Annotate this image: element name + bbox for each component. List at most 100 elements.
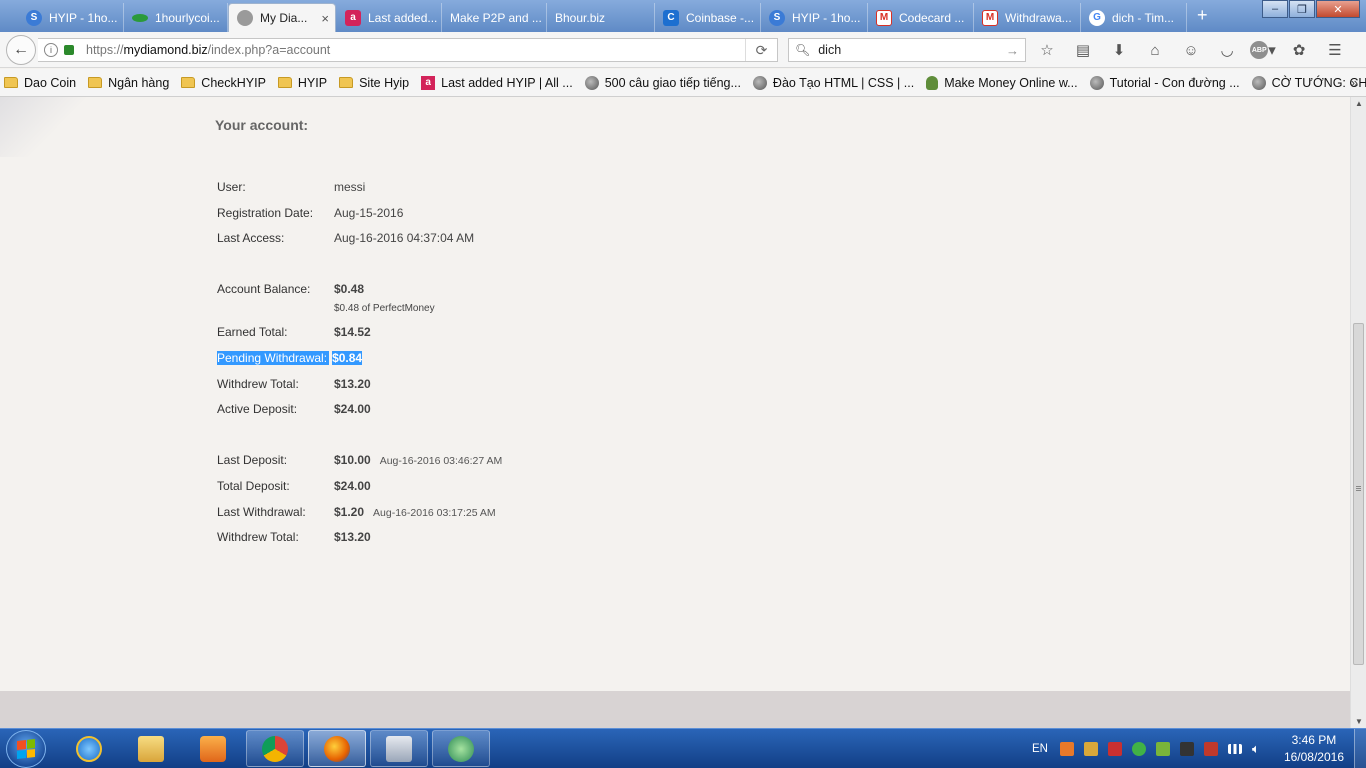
globe-icon: [752, 75, 767, 90]
home-icon[interactable]: ⌂: [1140, 38, 1170, 62]
registration-value: Aug-15-2016: [334, 206, 404, 220]
page-footer: [0, 691, 1350, 728]
bookmark-label: Đào Tạo HTML | CSS | ...: [772, 75, 915, 90]
bookmark-co-tuong[interactable]: CỜ TƯỚNG: CHUYÊN ...: [1251, 75, 1366, 90]
extension-icon[interactable]: ✿: [1284, 38, 1314, 62]
bookmark-hyip[interactable]: HYIP: [277, 75, 328, 90]
firefox-icon[interactable]: [308, 730, 366, 767]
earned-value: $14.52: [334, 325, 371, 339]
page-title: Your account:: [215, 117, 309, 133]
usb-icon[interactable]: [1203, 742, 1218, 756]
bookmark-make-money[interactable]: Make Money Online w...: [926, 75, 1078, 90]
active-deposit-row: Active Deposit: $24.00: [217, 402, 371, 416]
bookmark-dao-coin[interactable]: Dao Coin: [4, 76, 76, 90]
earned-label: Earned Total:: [217, 325, 288, 339]
bookmark-label: Last added HYIP | All ...: [441, 75, 573, 90]
chat-icon[interactable]: ☺: [1176, 38, 1206, 62]
bookmark-star-icon[interactable]: ☆: [1032, 38, 1062, 62]
toolbar-icons: ☆ ▤ ⬇ ⌂ ☺ ◡ ABP ▾ ✿ ☰: [1032, 38, 1356, 62]
menu-icon[interactable]: ☰: [1320, 38, 1350, 62]
bookmark-last-added-hyip[interactable]: a Last added HYIP | All ...: [421, 75, 573, 90]
scrollbar-thumb[interactable]: [1353, 323, 1364, 665]
search-input[interactable]: 🔍︎ dich →: [788, 38, 1026, 62]
media-tray-icon[interactable]: [1083, 742, 1098, 756]
scroll-grip-icon: [1356, 486, 1361, 487]
maximize-icon[interactable]: ❐: [1289, 0, 1315, 18]
tab-coinbase[interactable]: C Coinbase -...: [655, 3, 761, 32]
calculator-icon[interactable]: [370, 730, 428, 767]
folder-icon: [181, 77, 196, 88]
bookmark-tutorial[interactable]: Tutorial - Con đường ...: [1089, 75, 1240, 90]
tab-hyip-2[interactable]: S HYIP - 1ho...: [761, 3, 868, 32]
url-prefix: https://: [86, 43, 124, 57]
bookmark-site-hyip[interactable]: Site Hyip: [339, 76, 409, 90]
clock[interactable]: 3:46 PM 16/08/2016: [1284, 732, 1344, 766]
bookmark-label: CheckHYIP: [201, 75, 266, 90]
tab-label: HYIP - 1ho...: [49, 10, 118, 25]
coccoc-browser-icon[interactable]: [432, 730, 490, 767]
bookmark-label: 500 câu giao tiếp tiếng...: [604, 75, 741, 90]
internet-explorer-icon[interactable]: [60, 730, 118, 767]
tab-google-dich[interactable]: G dich - Tim...: [1081, 3, 1187, 32]
balance-value: $0.48: [334, 282, 365, 296]
network-app-icon[interactable]: [1155, 742, 1170, 756]
scroll-up-icon[interactable]: ▲: [1355, 99, 1363, 108]
pending-withdrawal-row: Pending Withdrawal: $0.84: [217, 351, 363, 365]
security-shield-icon[interactable]: [1131, 742, 1146, 756]
new-tab-button[interactable]: +: [1197, 5, 1208, 26]
url-path: /index.php?a=account: [207, 43, 331, 57]
tab-make-p2p[interactable]: Make P2P and ...: [442, 3, 547, 32]
bookmark-label: HYIP: [297, 75, 328, 90]
language-indicator[interactable]: EN: [1032, 743, 1048, 755]
chrome-icon[interactable]: [246, 730, 304, 767]
pending-withdrawal-value: $0.84: [332, 351, 363, 365]
window-close-icon[interactable]: ✕: [1316, 0, 1360, 18]
tab-1hourlycoin[interactable]: 1hourlycoi...: [124, 3, 228, 32]
coin-icon: [132, 13, 148, 22]
tab-my-diamond[interactable]: My Dia... ×: [228, 3, 336, 32]
reload-icon[interactable]: ⟳: [745, 39, 777, 61]
back-button[interactable]: ←: [6, 35, 36, 65]
tab-withdrawal[interactable]: M Withdrawa...: [974, 3, 1081, 32]
globe-icon: [1251, 75, 1266, 90]
bookmark-label: Ngân hàng: [108, 75, 170, 90]
adblock-icon[interactable]: ABP ▾: [1248, 38, 1278, 62]
last-withdrawal-label: Last Withdrawal:: [217, 505, 306, 519]
tab-close-icon[interactable]: ×: [321, 11, 329, 26]
bookmark-checkhyip[interactable]: CheckHYIP: [181, 76, 266, 90]
scroll-down-icon[interactable]: ▼: [1355, 717, 1363, 726]
reading-list-icon[interactable]: ▤: [1068, 38, 1098, 62]
last-access-row: Last Access: Aug-16-2016 04:37:04 AM: [217, 231, 474, 245]
bookmark-500-cau[interactable]: 500 câu giao tiếp tiếng...: [584, 75, 741, 90]
background-decoration: [0, 97, 90, 157]
vertical-scrollbar[interactable]: ▲ ▼: [1350, 97, 1366, 728]
tab-hyip-1[interactable]: S HYIP - 1ho...: [18, 3, 124, 32]
pocket-icon[interactable]: ◡: [1212, 38, 1242, 62]
clock-date: 16/08/2016: [1283, 750, 1344, 764]
registration-row: Registration Date: Aug-15-2016: [217, 206, 403, 220]
tray-app-icon[interactable]: [1059, 742, 1074, 756]
antivirus-icon[interactable]: [1107, 742, 1122, 756]
tab-last-added[interactable]: a Last added...: [337, 3, 442, 32]
volume-icon[interactable]: 🔈︎: [1252, 742, 1266, 756]
show-desktop-button[interactable]: [1354, 729, 1366, 768]
start-button[interactable]: [6, 730, 46, 768]
minimize-icon[interactable]: ‒: [1262, 0, 1288, 18]
bookmark-dao-tao-html[interactable]: Đào Tạo HTML | CSS | ...: [752, 75, 915, 90]
balance-row: Account Balance: $0.48: [217, 282, 364, 296]
user-value: messi: [334, 180, 366, 194]
search-go-icon[interactable]: →: [1006, 43, 1019, 58]
download-icon[interactable]: ⬇: [1104, 38, 1134, 62]
tab-bhour[interactable]: Bhour.biz: [547, 3, 655, 32]
file-explorer-icon[interactable]: [122, 730, 180, 767]
media-player-icon[interactable]: [184, 730, 242, 767]
tab-codecard[interactable]: M Codecard ...: [868, 3, 974, 32]
google-icon: G: [1089, 9, 1105, 26]
info-icon[interactable]: i: [44, 43, 58, 57]
url-bar[interactable]: i https://mydiamond.biz/index.php?a=acco…: [38, 38, 778, 62]
monitor-icon[interactable]: [1179, 742, 1194, 756]
bookmarks-overflow-icon[interactable]: »: [1351, 75, 1358, 90]
bookmark-ngan-hang[interactable]: Ngân hàng: [88, 76, 169, 90]
wifi-signal-icon[interactable]: [1227, 744, 1242, 754]
user-row: User: messi: [217, 180, 365, 194]
